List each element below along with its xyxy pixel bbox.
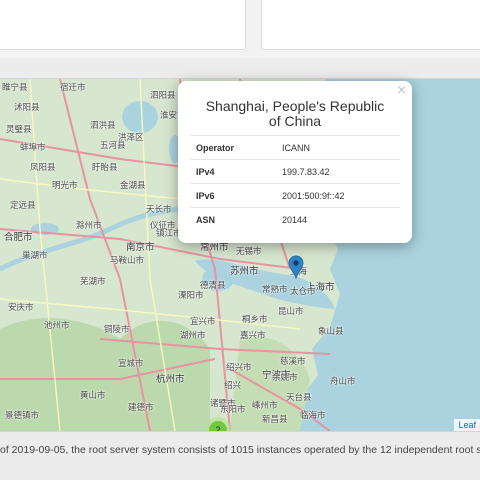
map-marker-shanghai[interactable] bbox=[288, 255, 304, 280]
place-label: 沭阳县 bbox=[14, 103, 40, 113]
stats-panel-right bbox=[261, 0, 480, 50]
place-label: 象山县 bbox=[318, 327, 344, 337]
table-row: IPv4 199.7.83.42 bbox=[190, 159, 400, 184]
place-label: 昆山市 bbox=[278, 307, 304, 317]
place-label: 建德市 bbox=[128, 403, 154, 413]
place-label: 常熟市 bbox=[262, 285, 288, 295]
place-label: 明光市 bbox=[52, 181, 78, 191]
place-label: 天台县 bbox=[286, 393, 312, 403]
place-label: 巢湖市 bbox=[22, 251, 48, 261]
place-label: 杭州市 bbox=[156, 374, 185, 385]
table-row: ASN 20144 bbox=[190, 208, 400, 232]
place-label: 合肥市 bbox=[4, 232, 33, 243]
marker-popup: × Shanghai, People's Republic of China O… bbox=[178, 81, 412, 243]
asn-value: 20144 bbox=[282, 214, 308, 225]
ipv4-label: IPv4 bbox=[190, 159, 276, 184]
place-label: 太仓市 bbox=[290, 287, 316, 297]
place-label: 宜兴市 bbox=[190, 317, 216, 327]
place-label: 盱眙县 bbox=[92, 163, 118, 173]
place-label: 马鞍山市 bbox=[110, 256, 145, 266]
map-attribution-link[interactable]: Leaf bbox=[454, 419, 480, 431]
place-label: 临海市 bbox=[300, 411, 326, 421]
caption-text: of 2019-09-05, the root server system co… bbox=[0, 444, 480, 456]
place-label: 苏州市 bbox=[230, 266, 259, 277]
ipv4-value: 199.7.83.42 bbox=[276, 159, 400, 184]
place-label: 嘉兴市 bbox=[240, 331, 266, 341]
ipv6-value: 2001:500:9f::42 bbox=[276, 183, 400, 208]
table-row: Operator ICANN bbox=[190, 136, 400, 160]
place-label: 桐乡市 bbox=[242, 315, 268, 325]
stats-panel-left bbox=[0, 0, 246, 50]
place-label: 定远县 bbox=[10, 201, 36, 211]
place-label: 舟山市 bbox=[330, 377, 356, 387]
place-label: 凤阳县 bbox=[30, 163, 56, 173]
popup-title: Shanghai, People's Republic of China bbox=[190, 93, 400, 136]
place-label: 绍兴 bbox=[224, 381, 242, 391]
place-label: 睢宁县 bbox=[2, 83, 28, 93]
cluster-count: 2 bbox=[209, 421, 227, 431]
place-label: 金湖县 bbox=[120, 181, 146, 191]
popup-details-table: Operator ICANN IPv4 199.7.83.42 IPv6 200… bbox=[190, 136, 400, 231]
place-label: 绍兴市 bbox=[226, 363, 252, 373]
place-label: 灵璧县 bbox=[6, 125, 32, 135]
place-label: 蚌埠市 bbox=[20, 143, 46, 153]
place-label: 宣城市 bbox=[118, 359, 144, 369]
place-label: 天长市 bbox=[146, 205, 172, 215]
place-label: 嵊州市 bbox=[252, 401, 278, 411]
place-label: 景德镇市 bbox=[5, 411, 40, 421]
ipv6-label: IPv6 bbox=[190, 183, 276, 208]
operator-label: Operator bbox=[190, 136, 276, 160]
table-row: IPv6 2001:500:9f::42 bbox=[190, 183, 400, 208]
place-label: 铜陵市 bbox=[104, 325, 130, 335]
place-label: 无锡市 bbox=[236, 247, 262, 257]
place-label: 宿迁市 bbox=[60, 83, 86, 93]
operator-value: ICANN bbox=[276, 136, 400, 160]
place-label: 黄山市 bbox=[80, 391, 106, 401]
place-label: 东阳市 bbox=[220, 405, 246, 415]
place-label: 安庆市 bbox=[8, 303, 34, 313]
place-label: 慈溪市 bbox=[280, 357, 306, 367]
map-pin-icon bbox=[288, 255, 304, 280]
place-label: 滁州市 bbox=[76, 221, 102, 231]
place-label: 德清县 bbox=[200, 281, 226, 291]
place-label: 泗阳县 bbox=[150, 91, 176, 101]
popup-close-button[interactable]: × bbox=[396, 83, 407, 98]
place-label: 洪泽区 bbox=[118, 133, 144, 143]
place-label: 芜湖市 bbox=[80, 277, 106, 287]
asn-label: ASN bbox=[196, 214, 216, 225]
place-label: 泗洪县 bbox=[90, 121, 116, 131]
place-label: 余姚市 bbox=[272, 373, 298, 383]
lake-hongze bbox=[122, 101, 158, 133]
place-label: 池州市 bbox=[44, 321, 70, 331]
place-label: 南京市 bbox=[126, 242, 155, 253]
place-label: 湖州市 bbox=[180, 331, 206, 341]
place-label: 新昌县 bbox=[262, 415, 288, 425]
